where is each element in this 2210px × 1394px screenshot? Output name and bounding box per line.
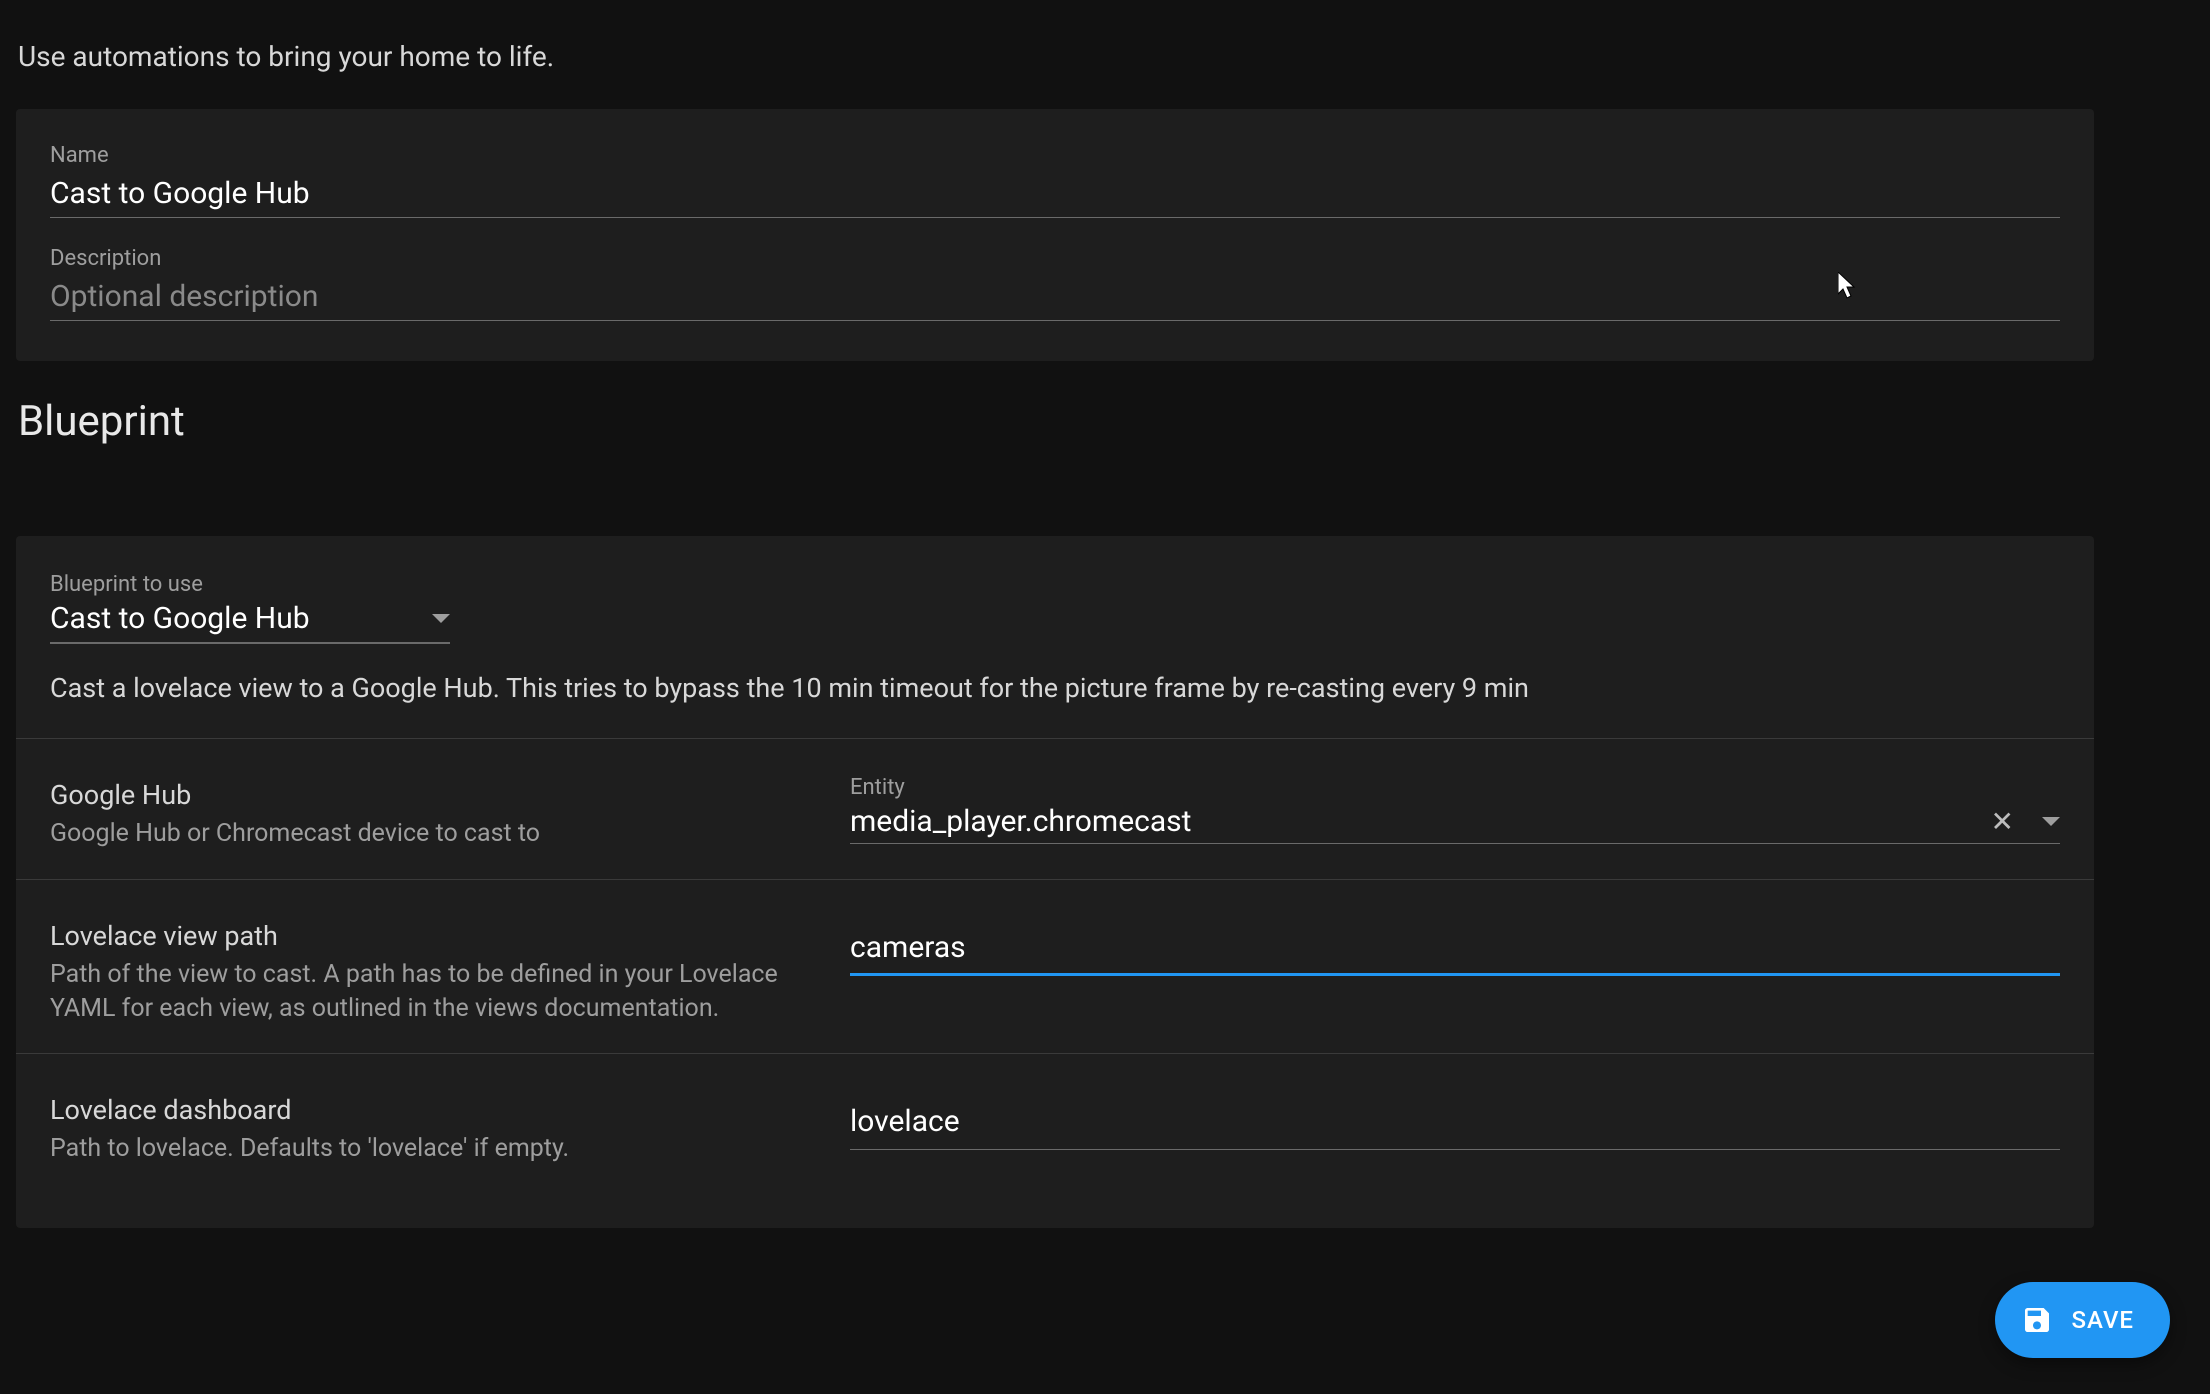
name-label: Name (50, 143, 2060, 168)
view-path-field[interactable] (850, 916, 2060, 976)
blueprint-description: Cast a lovelace view to a Google Hub. Th… (50, 672, 2060, 704)
description-input[interactable] (50, 277, 2060, 316)
param-dashboard: Lovelace dashboard Path to lovelace. Def… (50, 1082, 2060, 1194)
description-label: Description (50, 246, 2060, 271)
save-button[interactable]: SAVE (1995, 1282, 2170, 1358)
dashboard-input[interactable] (850, 1090, 2060, 1143)
divider (16, 738, 2094, 739)
dashboard-field[interactable] (850, 1090, 2060, 1150)
view-path-input[interactable] (850, 916, 2060, 969)
param-view-path-help: Path of the view to cast. A path has to … (50, 958, 810, 1026)
blueprint-section-title: Blueprint (16, 397, 2194, 446)
entity-input[interactable] (850, 804, 1977, 839)
automation-basic-card: Name Description (16, 109, 2094, 361)
param-view-path-title: Lovelace view path (50, 920, 810, 952)
entity-label: Entity (850, 775, 2060, 800)
param-dashboard-title: Lovelace dashboard (50, 1094, 810, 1126)
chevron-down-icon (432, 614, 450, 623)
divider (16, 1053, 2094, 1054)
name-field[interactable]: Name (50, 143, 2060, 218)
name-input[interactable] (50, 174, 2060, 213)
blueprint-select-label: Blueprint to use (50, 572, 450, 597)
description-field[interactable]: Description (50, 246, 2060, 321)
param-google-hub-help: Google Hub or Chromecast device to cast … (50, 817, 810, 851)
entity-field[interactable]: Entity ✕ (850, 775, 2060, 844)
blueprint-select[interactable]: Blueprint to use Cast to Google Hub (50, 572, 450, 644)
blueprint-select-value[interactable]: Cast to Google Hub (50, 601, 418, 636)
save-icon (2021, 1304, 2053, 1336)
param-google-hub-title: Google Hub (50, 779, 810, 811)
param-google-hub: Google Hub Google Hub or Chromecast devi… (50, 767, 2060, 879)
intro-text: Use automations to bring your home to li… (16, 40, 2194, 73)
divider (16, 879, 2094, 880)
param-view-path: Lovelace view path Path of the view to c… (50, 908, 2060, 1054)
clear-icon[interactable]: ✕ (1977, 805, 2028, 838)
chevron-down-icon[interactable] (2042, 817, 2060, 826)
blueprint-card: Blueprint to use Cast to Google Hub Cast… (16, 536, 2094, 1228)
save-button-label: SAVE (2071, 1306, 2134, 1334)
param-dashboard-help: Path to lovelace. Defaults to 'lovelace'… (50, 1132, 810, 1166)
